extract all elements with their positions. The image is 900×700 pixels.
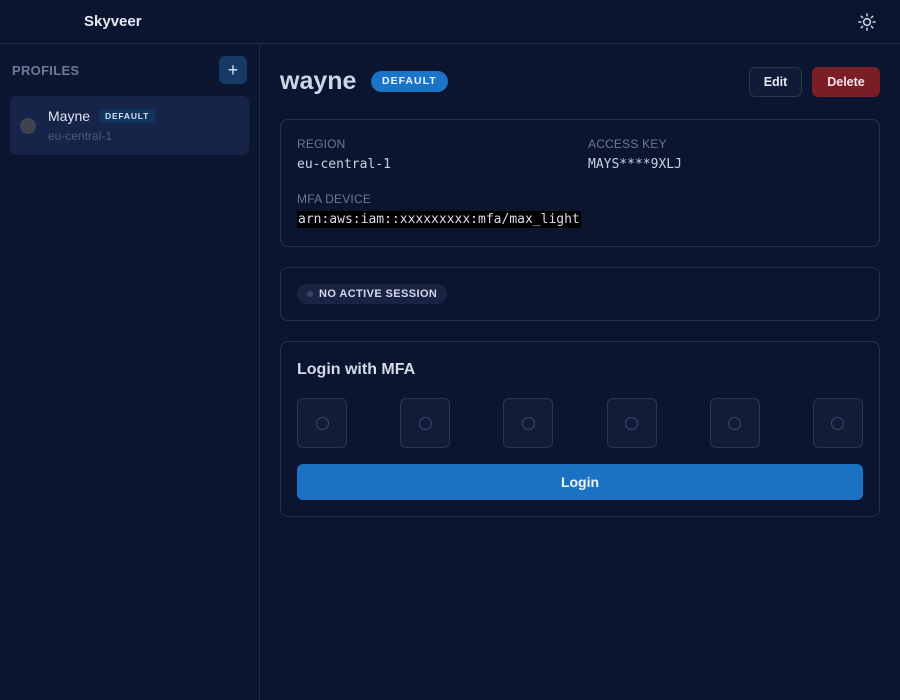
access-key-label: ACCESS KEY [588,137,667,151]
profile-details-card: REGION eu-central-1 ACCESS KEY MAYS****9… [280,119,880,247]
profile-default-badge: DEFAULT [99,109,156,123]
mfa-device-label: MFA DEVICE [297,192,372,206]
access-key-value: MAYS****9XLJ [588,157,682,172]
profile-status-dot [20,118,36,134]
empty-digit-icon [625,416,639,430]
app-title: Skyveer [84,13,142,30]
mfa-digit-input[interactable] [812,398,863,448]
mfa-digit-input[interactable] [400,398,451,448]
region-label: REGION [297,137,346,151]
top-bar: Skyveer [0,0,900,44]
empty-digit-icon [728,416,742,430]
empty-digit-icon [315,416,329,430]
profiles-heading: PROFILES [12,63,80,78]
session-status-badge: NO ACTIVE SESSION [297,284,448,304]
session-card: NO ACTIVE SESSION [280,267,880,321]
sidebar-header: PROFILES + [12,56,247,84]
delete-button[interactable]: Delete [812,67,880,97]
profile-region: eu-central-1 [48,129,113,143]
mfa-device-value: arn:aws:iam::xxxxxxxxx:mfa/max_light [297,211,581,228]
default-badge: DEFAULT [371,71,448,92]
mfa-login-card: Login with MFA Login [280,341,880,517]
empty-digit-icon [418,416,432,430]
empty-digit-icon [831,416,845,430]
profile-name: Mayne [48,108,91,124]
edit-button[interactable]: Edit [749,67,802,97]
empty-digit-icon [521,416,535,430]
mfa-digit-input[interactable] [297,398,347,448]
session-status-text: NO ACTIVE SESSION [319,288,438,300]
login-button[interactable]: Login [297,464,863,500]
session-status-dot [307,291,313,297]
login-title: Login with MFA [297,361,416,378]
mfa-digit-input[interactable] [709,398,760,448]
mfa-code-inputs [297,398,863,448]
add-profile-button[interactable]: + [219,56,247,84]
sidebar: PROFILES + Mayne DEFAULT eu-central-1 [0,44,260,700]
mfa-digit-input[interactable] [606,398,657,448]
page-title: wayne [280,67,357,95]
region-value: eu-central-1 [297,157,391,172]
theme-toggle-button[interactable] [856,11,878,33]
sun-icon [858,13,876,31]
sidebar-item-profile[interactable]: Mayne DEFAULT eu-central-1 [10,96,249,155]
mfa-digit-input[interactable] [503,398,554,448]
